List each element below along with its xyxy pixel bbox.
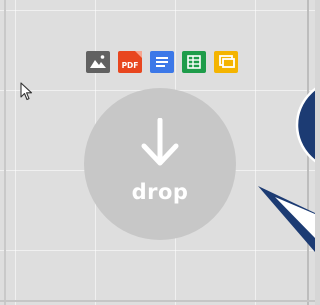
tooltip-callout [258,87,315,252]
drop-area[interactable]: PDF drop [0,0,315,305]
